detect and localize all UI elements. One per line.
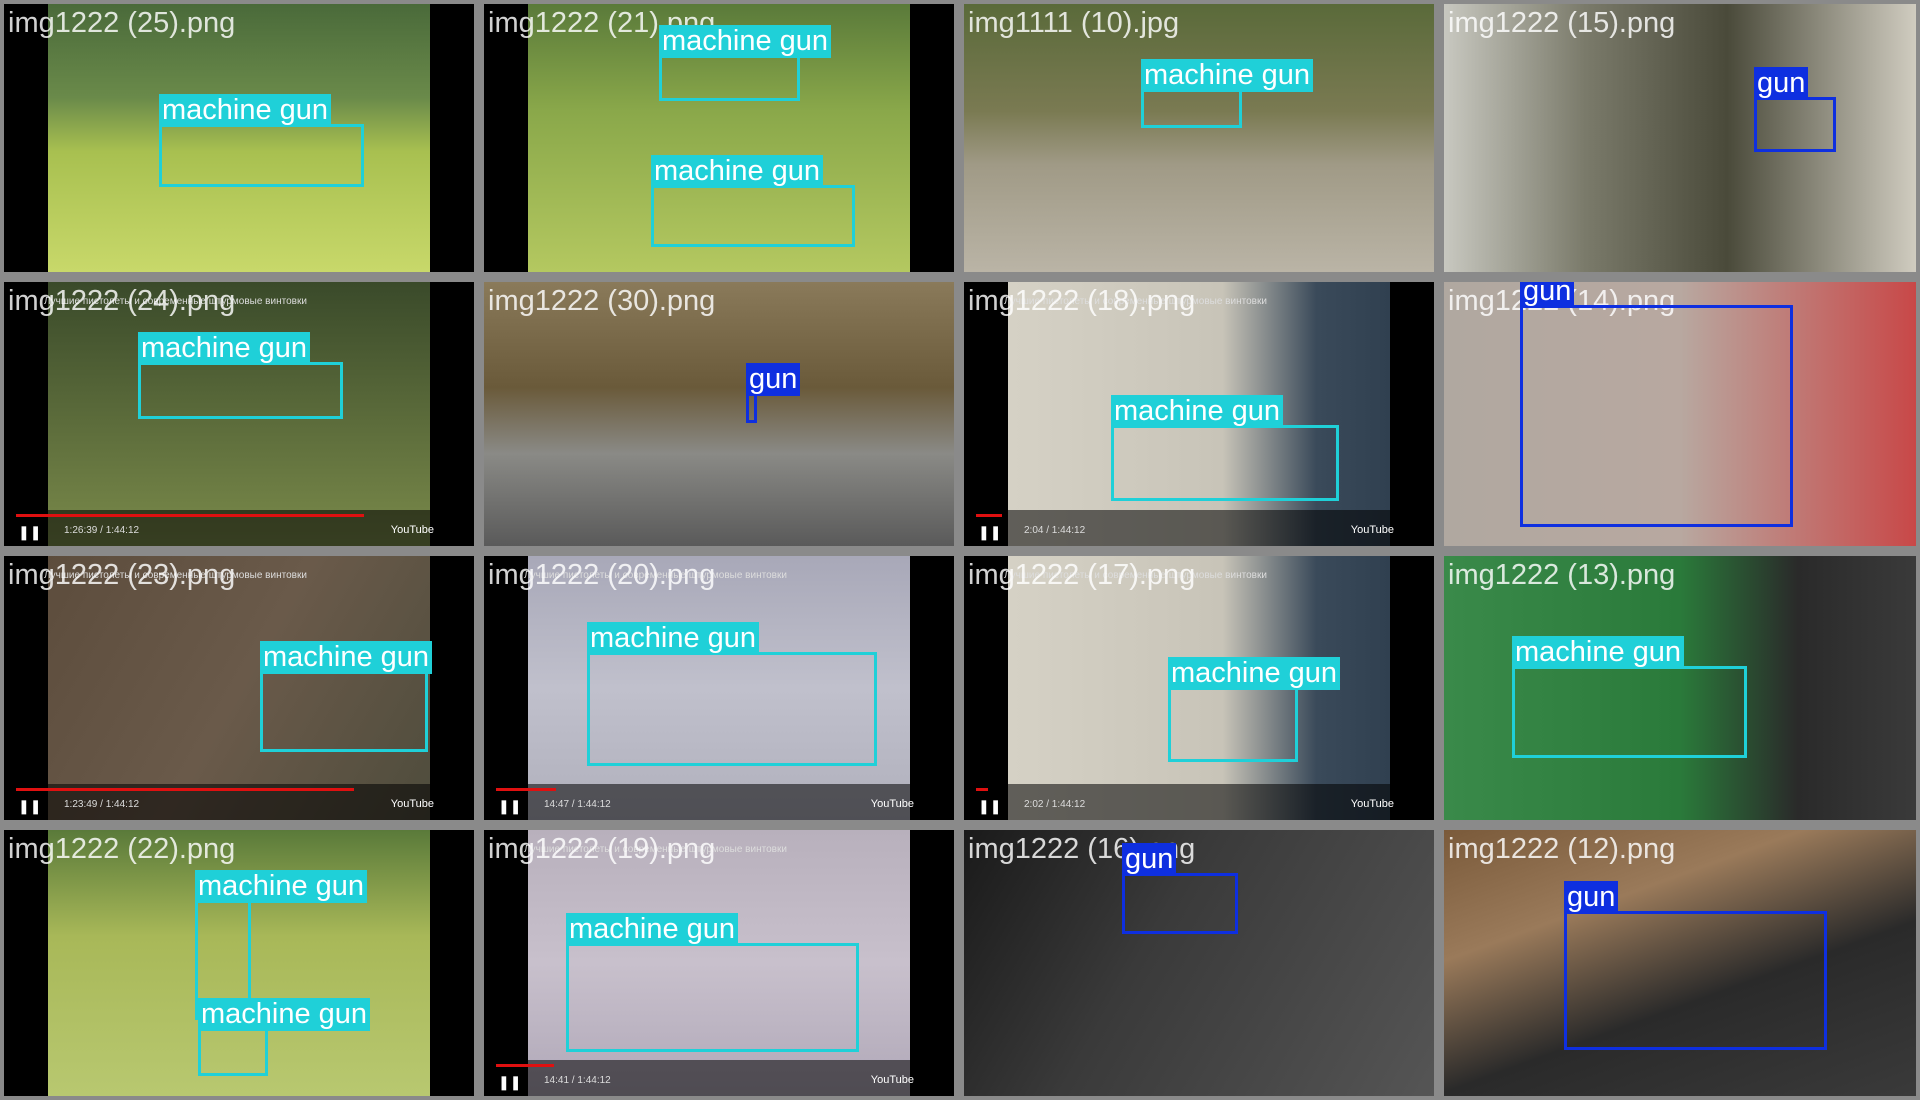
detection-label: machine gun <box>138 332 311 365</box>
detection-grid: img1222 (25).png machine gun img1222 (21… <box>0 0 1920 1100</box>
detection-label: gun <box>1122 843 1177 876</box>
youtube-time: 14:47 / 1:44:12 <box>544 799 611 810</box>
detection-box-gun: gun <box>1122 843 1238 934</box>
detection-box-machine-gun: machine gun <box>1141 59 1314 128</box>
tile-4: img1222 (15).png gun <box>1444 4 1916 272</box>
youtube-logo[interactable]: YouTube <box>1351 524 1394 536</box>
youtube-progress[interactable] <box>496 788 556 791</box>
detection-label: gun <box>1520 282 1575 308</box>
detection-label: machine gun <box>651 155 824 188</box>
detection-label: machine gun <box>659 25 832 58</box>
youtube-logo[interactable]: YouTube <box>871 798 914 810</box>
tile-filename: img1222 (13).png <box>1448 559 1676 591</box>
youtube-logo[interactable]: YouTube <box>391 524 434 536</box>
youtube-progress[interactable] <box>976 514 1002 517</box>
detection-label: machine gun <box>1512 636 1685 669</box>
tile-15: img1222 (16).png gun <box>964 830 1434 1096</box>
detection-box-machine-gun: machine gun <box>659 25 832 101</box>
tile-5: Лучшие пистолеты и современные штурмовые… <box>4 282 474 546</box>
detection-label: machine gun <box>198 998 371 1031</box>
detection-label: gun <box>746 363 801 396</box>
tile-filename: img1222 (25).png <box>8 7 236 39</box>
detection-label: machine gun <box>587 622 760 655</box>
detection-label: machine gun <box>195 870 368 903</box>
tile-10: Лучшие пистолеты и современные штурмовые… <box>484 556 954 820</box>
pause-icon[interactable]: ❚❚ <box>18 524 41 541</box>
tile-filename: img1222 (15).png <box>1448 7 1676 39</box>
tile-image <box>964 4 1434 272</box>
detection-box-machine-gun: machine gun <box>1111 395 1339 501</box>
tile-image <box>484 282 954 546</box>
detection-label: gun <box>1564 881 1619 914</box>
detection-box-machine-gun: machine gun <box>138 332 343 419</box>
detection-label: machine gun <box>1168 657 1341 690</box>
tile-7: Лучшие пистолеты и современные штурмовые… <box>964 282 1434 546</box>
detection-box-machine-gun: machine gun <box>651 155 855 247</box>
detection-label: machine gun <box>1111 395 1284 428</box>
youtube-progress[interactable] <box>496 1064 554 1067</box>
detection-box-machine-gun: machine gun <box>1512 636 1747 758</box>
youtube-progress[interactable] <box>976 788 988 791</box>
tile-12: img1222 (13).png machine gun <box>1444 556 1916 820</box>
youtube-progress[interactable] <box>16 788 354 791</box>
youtube-controls: ❚❚ 14:41 / 1:44:12 YouTube <box>484 1060 954 1096</box>
detection-label: machine gun <box>159 94 332 127</box>
tile-image <box>964 830 1434 1096</box>
tile-14: Лучшие пистолеты и современные штурмовые… <box>484 830 954 1096</box>
detection-label: machine gun <box>260 641 433 674</box>
tile-9: Лучшие пистолеты и современные штурмовые… <box>4 556 474 820</box>
tile-filename: img1222 (19).png <box>488 833 716 865</box>
youtube-logo[interactable]: YouTube <box>391 798 434 810</box>
detection-box-machine-gun: machine gun <box>260 641 433 752</box>
detection-label: machine gun <box>1141 59 1314 92</box>
tile-filename: img1222 (30).png <box>488 285 716 317</box>
tile-3: img1111 (10).jpg machine gun <box>964 4 1434 272</box>
youtube-progress[interactable] <box>16 514 364 517</box>
detection-label: machine gun <box>566 913 739 946</box>
youtube-controls: ❚❚ 1:23:49 / 1:44:12 YouTube <box>4 784 474 820</box>
tile-13: img1222 (22).png machine gun machine gun <box>4 830 474 1096</box>
detection-box-gun: gun <box>1520 282 1793 527</box>
tile-filename: img1222 (18).png <box>968 285 1196 317</box>
pause-icon[interactable]: ❚❚ <box>18 798 41 815</box>
youtube-time: 1:26:39 / 1:44:12 <box>64 525 140 536</box>
youtube-controls: ❚❚ 1:26:39 / 1:44:12 YouTube <box>4 510 474 546</box>
pause-icon[interactable]: ❚❚ <box>498 1074 521 1091</box>
detection-box-machine-gun: machine gun <box>159 94 364 187</box>
tile-filename: img1222 (22).png <box>8 833 236 865</box>
tile-filename: img1222 (12).png <box>1448 833 1676 865</box>
detection-box-machine-gun: machine gun <box>566 913 859 1052</box>
detection-box-machine-gun: machine gun <box>198 998 371 1076</box>
youtube-time: 2:04 / 1:44:12 <box>1024 525 1086 536</box>
detection-box-gun: gun <box>1754 67 1836 152</box>
tile-1: img1222 (25).png machine gun <box>4 4 474 272</box>
tile-8: img1222 (14).png gun <box>1444 282 1916 546</box>
detection-box-gun: gun <box>1564 881 1827 1050</box>
detection-box-gun: gun <box>746 363 801 423</box>
detection-box-machine-gun: machine gun <box>587 622 877 766</box>
tile-6: img1222 (30).png gun <box>484 282 954 546</box>
youtube-time: 2:02 / 1:44:12 <box>1024 799 1086 810</box>
youtube-logo[interactable]: YouTube <box>1351 798 1394 810</box>
youtube-controls: ❚❚ 2:04 / 1:44:12 YouTube <box>964 510 1434 546</box>
tile-filename: img1111 (10).jpg <box>968 7 1180 39</box>
tile-16: img1222 (12).png gun <box>1444 830 1916 1096</box>
tile-filename: img1222 (17).png <box>968 559 1196 591</box>
tile-2: img1222 (21).png machine gun machine gun <box>484 4 954 272</box>
pause-icon[interactable]: ❚❚ <box>498 798 521 815</box>
detection-box-machine-gun: machine gun <box>1168 657 1341 762</box>
detection-label: gun <box>1754 67 1809 100</box>
tile-filename: img1222 (23).png <box>8 559 236 591</box>
tile-11: Лучшие пистолеты и современные штурмовые… <box>964 556 1434 820</box>
youtube-controls: ❚❚ 2:02 / 1:44:12 YouTube <box>964 784 1434 820</box>
youtube-time: 1:23:49 / 1:44:12 <box>64 799 140 810</box>
youtube-time: 14:41 / 1:44:12 <box>544 1075 611 1086</box>
youtube-logo[interactable]: YouTube <box>871 1074 914 1086</box>
pause-icon[interactable]: ❚❚ <box>978 524 1001 541</box>
youtube-controls: ❚❚ 14:47 / 1:44:12 YouTube <box>484 784 954 820</box>
tile-filename: img1222 (20).png <box>488 559 716 591</box>
tile-filename: img1222 (24).png <box>8 285 236 317</box>
tile-image <box>1444 4 1916 272</box>
pause-icon[interactable]: ❚❚ <box>978 798 1001 815</box>
